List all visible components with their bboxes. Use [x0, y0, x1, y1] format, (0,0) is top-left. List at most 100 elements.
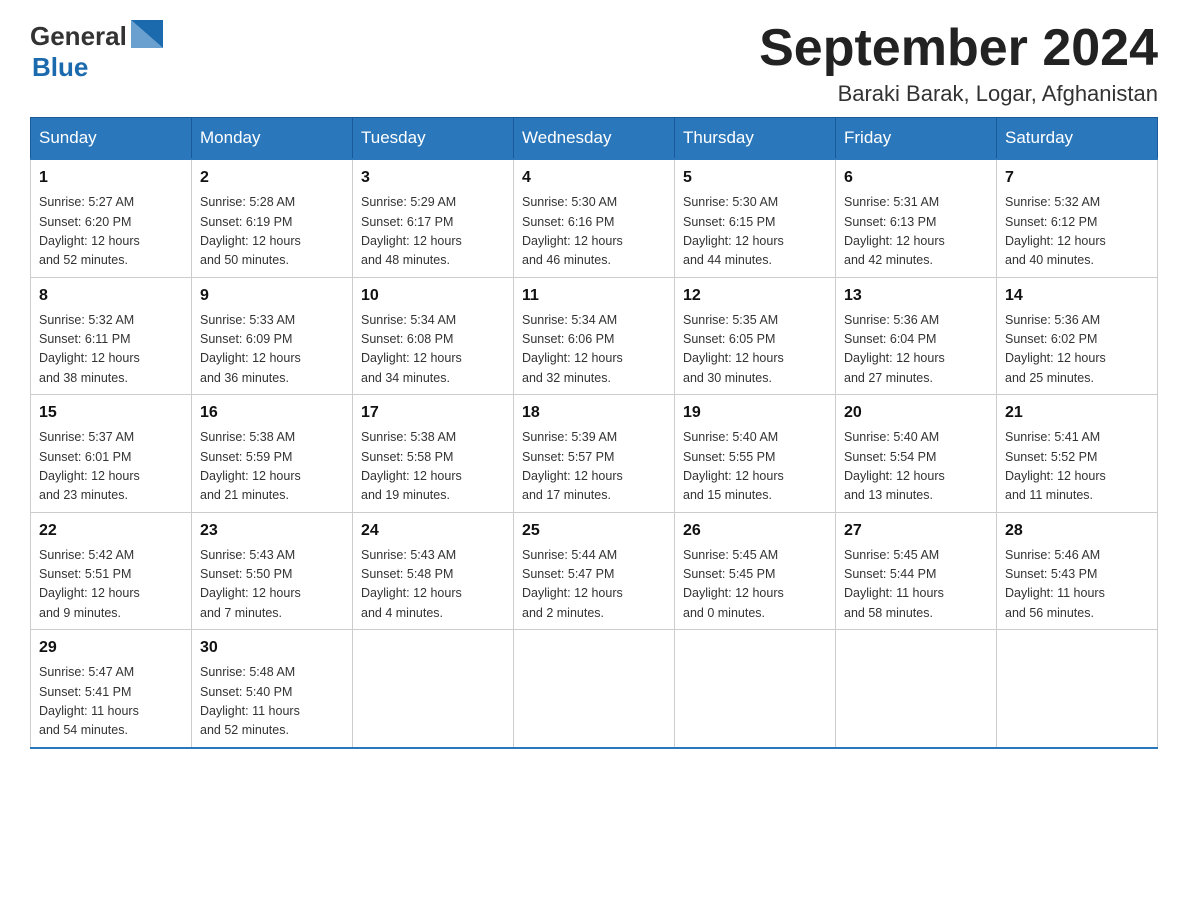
col-wednesday: Wednesday	[514, 118, 675, 160]
table-row	[353, 630, 514, 748]
calendar-subtitle: Baraki Barak, Logar, Afghanistan	[759, 81, 1158, 107]
day-info: Sunrise: 5:35 AMSunset: 6:05 PMDaylight:…	[683, 311, 827, 389]
day-info: Sunrise: 5:34 AMSunset: 6:06 PMDaylight:…	[522, 311, 666, 389]
table-row	[836, 630, 997, 748]
table-row: 13 Sunrise: 5:36 AMSunset: 6:04 PMDayligh…	[836, 277, 997, 395]
day-info: Sunrise: 5:38 AMSunset: 5:58 PMDaylight:…	[361, 428, 505, 506]
table-row: 17 Sunrise: 5:38 AMSunset: 5:58 PMDayligh…	[353, 395, 514, 513]
table-row: 28 Sunrise: 5:46 AMSunset: 5:43 PMDayligh…	[997, 512, 1158, 630]
table-row	[997, 630, 1158, 748]
day-info: Sunrise: 5:28 AMSunset: 6:19 PMDaylight:…	[200, 193, 344, 271]
day-number: 6	[844, 166, 988, 190]
day-info: Sunrise: 5:30 AMSunset: 6:16 PMDaylight:…	[522, 193, 666, 271]
day-info: Sunrise: 5:40 AMSunset: 5:54 PMDaylight:…	[844, 428, 988, 506]
calendar-week-row: 8 Sunrise: 5:32 AMSunset: 6:11 PMDaylight…	[31, 277, 1158, 395]
day-info: Sunrise: 5:39 AMSunset: 5:57 PMDaylight:…	[522, 428, 666, 506]
table-row: 23Sunrise: 5:43 AMSunset: 5:50 PMDayligh…	[192, 512, 353, 630]
day-info: Sunrise: 5:37 AMSunset: 6:01 PMDaylight:…	[39, 428, 183, 506]
logo-area: General Blue	[30, 20, 163, 83]
table-row: 25 Sunrise: 5:44 AMSunset: 5:47 PMDayligh…	[514, 512, 675, 630]
table-row: 4 Sunrise: 5:30 AMSunset: 6:16 PMDaylight…	[514, 159, 675, 277]
col-monday: Monday	[192, 118, 353, 160]
day-info: Sunrise: 5:46 AMSunset: 5:43 PMDaylight:…	[1005, 546, 1149, 624]
day-info: Sunrise: 5:44 AMSunset: 5:47 PMDaylight:…	[522, 546, 666, 624]
table-row: 27 Sunrise: 5:45 AMSunset: 5:44 PMDayligh…	[836, 512, 997, 630]
table-row: 24 Sunrise: 5:43 AMSunset: 5:48 PMDayligh…	[353, 512, 514, 630]
day-info: Sunrise: 5:45 AMSunset: 5:44 PMDaylight:…	[844, 546, 988, 624]
day-number: 28	[1005, 519, 1149, 543]
day-info: Sunrise: 5:29 AMSunset: 6:17 PMDaylight:…	[361, 193, 505, 271]
day-number: 27	[844, 519, 988, 543]
day-number: 5	[683, 166, 827, 190]
day-number: 26	[683, 519, 827, 543]
table-row: 12 Sunrise: 5:35 AMSunset: 6:05 PMDayligh…	[675, 277, 836, 395]
day-number: 1	[39, 166, 183, 190]
table-row: 2 Sunrise: 5:28 AMSunset: 6:19 PMDaylight…	[192, 159, 353, 277]
col-tuesday: Tuesday	[353, 118, 514, 160]
day-number: 13	[844, 284, 988, 308]
calendar-week-row: 15 Sunrise: 5:37 AMSunset: 6:01 PMDayligh…	[31, 395, 1158, 513]
logo-general-text: General	[30, 21, 127, 52]
day-number: 17	[361, 401, 505, 425]
day-info: Sunrise: 5:27 AMSunset: 6:20 PMDaylight:…	[39, 193, 183, 271]
table-row: 22 Sunrise: 5:42 AMSunset: 5:51 PMDayligh…	[31, 512, 192, 630]
day-number: 23	[200, 519, 344, 543]
day-number: 10	[361, 284, 505, 308]
day-number: 24	[361, 519, 505, 543]
day-info: Sunrise: 5:38 AMSunset: 5:59 PMDaylight:…	[200, 428, 344, 506]
day-number: 4	[522, 166, 666, 190]
col-thursday: Thursday	[675, 118, 836, 160]
day-number: 19	[683, 401, 827, 425]
day-info: Sunrise: 5:42 AMSunset: 5:51 PMDaylight:…	[39, 546, 183, 624]
day-number: 25	[522, 519, 666, 543]
table-row: 20Sunrise: 5:40 AMSunset: 5:54 PMDayligh…	[836, 395, 997, 513]
table-row: 10 Sunrise: 5:34 AMSunset: 6:08 PMDayligh…	[353, 277, 514, 395]
table-row: 11 Sunrise: 5:34 AMSunset: 6:06 PMDayligh…	[514, 277, 675, 395]
col-saturday: Saturday	[997, 118, 1158, 160]
table-row: 19 Sunrise: 5:40 AMSunset: 5:55 PMDayligh…	[675, 395, 836, 513]
day-number: 9	[200, 284, 344, 308]
day-number: 3	[361, 166, 505, 190]
day-info: Sunrise: 5:31 AMSunset: 6:13 PMDaylight:…	[844, 193, 988, 271]
day-number: 2	[200, 166, 344, 190]
day-number: 14	[1005, 284, 1149, 308]
day-number: 22	[39, 519, 183, 543]
calendar-week-row: 29Sunrise: 5:47 AMSunset: 5:41 PMDayligh…	[31, 630, 1158, 748]
table-row: 18Sunrise: 5:39 AMSunset: 5:57 PMDayligh…	[514, 395, 675, 513]
logo-blue-text: Blue	[32, 52, 88, 82]
day-info: Sunrise: 5:40 AMSunset: 5:55 PMDaylight:…	[683, 428, 827, 506]
day-info: Sunrise: 5:32 AMSunset: 6:12 PMDaylight:…	[1005, 193, 1149, 271]
table-row: 9Sunrise: 5:33 AMSunset: 6:09 PMDaylight…	[192, 277, 353, 395]
day-info: Sunrise: 5:34 AMSunset: 6:08 PMDaylight:…	[361, 311, 505, 389]
table-row: 5 Sunrise: 5:30 AMSunset: 6:15 PMDaylight…	[675, 159, 836, 277]
day-info: Sunrise: 5:45 AMSunset: 5:45 PMDaylight:…	[683, 546, 827, 624]
table-row: 1 Sunrise: 5:27 AMSunset: 6:20 PMDaylight…	[31, 159, 192, 277]
day-number: 11	[522, 284, 666, 308]
day-info: Sunrise: 5:36 AMSunset: 6:04 PMDaylight:…	[844, 311, 988, 389]
day-info: Sunrise: 5:43 AMSunset: 5:48 PMDaylight:…	[361, 546, 505, 624]
table-row: 8 Sunrise: 5:32 AMSunset: 6:11 PMDaylight…	[31, 277, 192, 395]
calendar-table: Sunday Monday Tuesday Wednesday Thursday…	[30, 117, 1158, 749]
day-number: 15	[39, 401, 183, 425]
table-row: 29Sunrise: 5:47 AMSunset: 5:41 PMDayligh…	[31, 630, 192, 748]
day-info: Sunrise: 5:48 AMSunset: 5:40 PMDaylight:…	[200, 663, 344, 741]
table-row: 16Sunrise: 5:38 AMSunset: 5:59 PMDayligh…	[192, 395, 353, 513]
table-row	[675, 630, 836, 748]
calendar-week-row: 22 Sunrise: 5:42 AMSunset: 5:51 PMDayligh…	[31, 512, 1158, 630]
table-row	[514, 630, 675, 748]
day-number: 21	[1005, 401, 1149, 425]
day-number: 8	[39, 284, 183, 308]
col-friday: Friday	[836, 118, 997, 160]
col-sunday: Sunday	[31, 118, 192, 160]
table-row: 7 Sunrise: 5:32 AMSunset: 6:12 PMDaylight…	[997, 159, 1158, 277]
day-info: Sunrise: 5:47 AMSunset: 5:41 PMDaylight:…	[39, 663, 183, 741]
header-section: General Blue September 2024 Baraki Barak…	[30, 20, 1158, 107]
table-row: 3 Sunrise: 5:29 AMSunset: 6:17 PMDaylight…	[353, 159, 514, 277]
day-info: Sunrise: 5:30 AMSunset: 6:15 PMDaylight:…	[683, 193, 827, 271]
day-number: 30	[200, 636, 344, 660]
table-row: 26 Sunrise: 5:45 AMSunset: 5:45 PMDayligh…	[675, 512, 836, 630]
day-number: 7	[1005, 166, 1149, 190]
day-number: 12	[683, 284, 827, 308]
day-info: Sunrise: 5:41 AMSunset: 5:52 PMDaylight:…	[1005, 428, 1149, 506]
day-info: Sunrise: 5:32 AMSunset: 6:11 PMDaylight:…	[39, 311, 183, 389]
